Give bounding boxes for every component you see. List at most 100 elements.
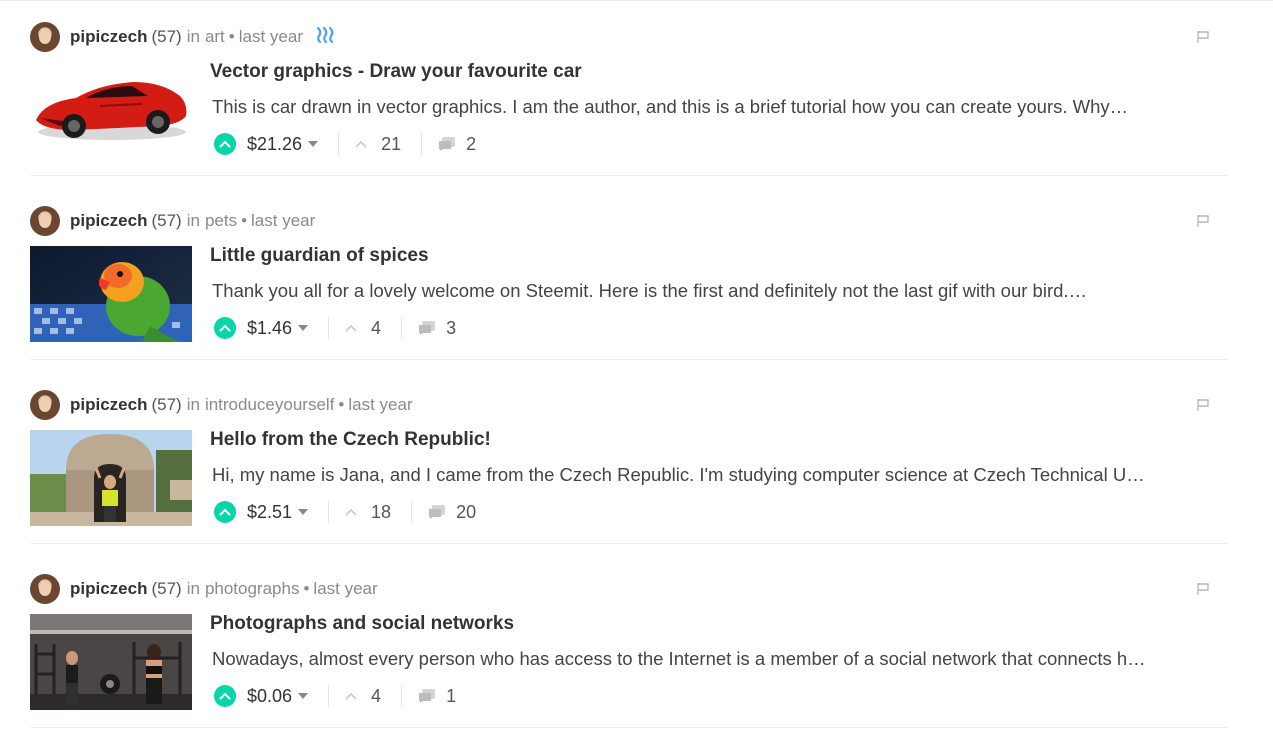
voters-list[interactable]: 4	[345, 686, 381, 707]
post-body-preview[interactable]: Nowadays, almost every person who has ac…	[212, 646, 1226, 672]
comment-bubble-icon	[419, 689, 436, 703]
post-title[interactable]: Vector graphics - Draw your favourite ca…	[210, 60, 1226, 84]
author-link[interactable]: pipiczech	[70, 211, 147, 231]
flag-icon[interactable]	[1196, 30, 1210, 44]
vote-count: 21	[381, 133, 402, 154]
caret-down-icon	[308, 141, 319, 147]
vote-count: 4	[371, 685, 382, 706]
footer-divider	[401, 685, 403, 707]
post-thumbnail-gym[interactable]	[30, 614, 192, 710]
payout-value: $1.46	[247, 317, 293, 338]
post-body-preview[interactable]: Hi, my name is Jana, and I came from the…	[212, 462, 1226, 488]
comment-bubble-icon	[419, 321, 436, 335]
meta-separator: •	[338, 395, 345, 414]
comment-count: 20	[456, 501, 477, 522]
chevron-up-icon	[345, 693, 357, 700]
category-link[interactable]: art	[205, 27, 225, 47]
comment-count: 1	[446, 685, 457, 706]
flag-icon[interactable]	[1196, 582, 1210, 596]
post-footer: $2.51 18 20	[214, 497, 1226, 527]
upvote-circle-icon[interactable]	[214, 133, 236, 155]
footer-divider	[328, 501, 330, 523]
payout-dropdown[interactable]: $1.46	[247, 317, 309, 339]
post-feed: pipiczech (57) in art • last year Vector…	[30, 0, 1228, 736]
post-author-row: pipiczech (57) in pets • last year	[30, 206, 315, 236]
post-thumbnail-parrot[interactable]	[30, 246, 192, 342]
author-reputation: (57)	[151, 211, 182, 230]
meta-separator: •	[228, 27, 235, 46]
voters-list[interactable]: 21	[355, 134, 401, 155]
payout-value: $2.51	[247, 501, 293, 522]
post-title[interactable]: Little guardian of spices	[210, 244, 1226, 268]
post-title[interactable]: Hello from the Czech Republic!	[210, 428, 1226, 452]
post-content: Hello from the Czech Republic! Hi, my na…	[210, 428, 1226, 527]
post-footer: $21.26 21 2	[214, 129, 1226, 159]
post-summary: pipiczech (57) in photographs • last yea…	[30, 552, 1228, 736]
flag-icon[interactable]	[1196, 398, 1210, 412]
footer-divider	[411, 501, 413, 523]
post-author-row: pipiczech (57) in introduceyourself • la…	[30, 390, 413, 420]
payout-dropdown[interactable]: $2.51	[247, 501, 309, 523]
in-label: in	[186, 211, 200, 230]
post-footer: $0.06 4 1	[214, 681, 1226, 711]
in-label: in	[186, 579, 200, 598]
post-timestamp[interactable]: last year	[239, 27, 303, 47]
post-author-row: pipiczech (57) in photographs • last yea…	[30, 574, 378, 604]
author-avatar[interactable]	[30, 22, 60, 52]
vote-count: 4	[371, 317, 382, 338]
comment-count: 3	[446, 317, 457, 338]
caret-down-icon	[298, 693, 309, 699]
post-timestamp[interactable]: last year	[313, 579, 377, 599]
comments-link[interactable]: 20	[428, 502, 476, 523]
post-title[interactable]: Photographs and social networks	[210, 612, 1226, 636]
meta-separator: •	[241, 211, 248, 230]
category-link[interactable]: introduceyourself	[205, 395, 334, 415]
comment-bubble-icon	[429, 505, 446, 519]
author-link[interactable]: pipiczech	[70, 395, 147, 415]
payout-dropdown[interactable]: $21.26	[247, 134, 319, 155]
category-link[interactable]: pets	[205, 211, 237, 231]
flag-icon[interactable]	[1196, 214, 1210, 228]
in-label: in	[186, 395, 200, 414]
chevron-up-icon	[345, 325, 357, 332]
post-content: Little guardian of spices Thank you all …	[210, 244, 1226, 343]
comment-count: 2	[466, 133, 477, 154]
comments-link[interactable]: 2	[438, 134, 476, 155]
footer-divider	[328, 685, 330, 707]
upvote-circle-icon[interactable]	[214, 501, 236, 523]
caret-down-icon	[298, 325, 309, 331]
post-summary: pipiczech (57) in pets • last year Littl…	[30, 184, 1228, 368]
post-timestamp[interactable]: last year	[251, 211, 315, 231]
in-label: in	[186, 27, 200, 46]
post-summary: pipiczech (57) in introduceyourself • la…	[30, 368, 1228, 552]
post-author-row: pipiczech (57) in art • last year	[30, 22, 337, 52]
comments-link[interactable]: 1	[418, 686, 456, 707]
post-thumbnail-tower[interactable]	[30, 430, 192, 526]
voters-list[interactable]: 4	[345, 318, 381, 339]
post-thumbnail-car[interactable]	[30, 62, 192, 158]
payout-value: $0.06	[247, 685, 293, 706]
upvote-circle-icon[interactable]	[214, 317, 236, 339]
post-body-preview[interactable]: Thank you all for a lovely welcome on St…	[212, 278, 1226, 304]
meta-separator: •	[303, 579, 310, 598]
author-link[interactable]: pipiczech	[70, 579, 147, 599]
upvote-circle-icon[interactable]	[214, 685, 236, 707]
author-reputation: (57)	[151, 27, 182, 46]
post-content: Photographs and social networks Nowadays…	[210, 612, 1226, 711]
author-reputation: (57)	[151, 579, 182, 598]
post-footer: $1.46 4 3	[214, 313, 1226, 343]
chevron-up-icon	[355, 141, 367, 148]
author-avatar[interactable]	[30, 206, 60, 236]
author-avatar[interactable]	[30, 390, 60, 420]
category-link[interactable]: photographs	[205, 579, 300, 599]
caret-down-icon	[298, 509, 309, 515]
author-avatar[interactable]	[30, 574, 60, 604]
chevron-up-icon	[345, 509, 357, 516]
footer-divider	[328, 317, 330, 339]
post-body-preview[interactable]: This is car drawn in vector graphics. I …	[212, 94, 1226, 120]
post-timestamp[interactable]: last year	[348, 395, 412, 415]
comments-link[interactable]: 3	[418, 318, 456, 339]
author-link[interactable]: pipiczech	[70, 27, 147, 47]
payout-dropdown[interactable]: $0.06	[247, 685, 309, 707]
voters-list[interactable]: 18	[345, 502, 391, 523]
